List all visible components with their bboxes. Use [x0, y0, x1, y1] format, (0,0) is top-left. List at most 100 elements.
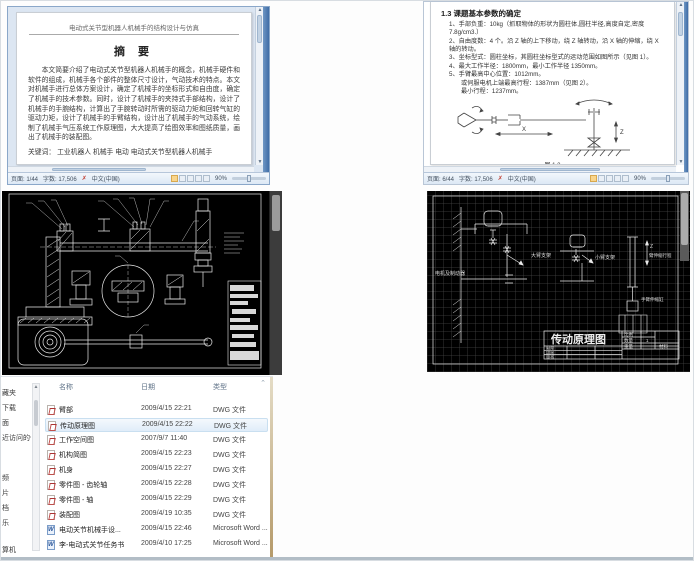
fullscreen-reading-button[interactable] — [597, 175, 605, 182]
word-count[interactable]: 字数: 17,506 — [459, 174, 493, 183]
sidebar-item-downloads[interactable]: 下载 — [2, 403, 16, 413]
sidebar-item-documents[interactable]: 档 — [2, 503, 9, 513]
fullscreen-reading-button[interactable] — [178, 175, 186, 182]
print-layout-button[interactable] — [170, 175, 178, 182]
parameter-item: 或伺服电机上端最高行程：1387mm（见图 2）。 — [461, 79, 593, 87]
parameter-item: 4、最大工作半径：1800mm，最小工作半径 1350mm。 — [449, 62, 602, 70]
outline-button[interactable] — [194, 175, 202, 182]
zoom-level[interactable]: 90% — [215, 176, 227, 182]
file-date: 2009/4/15 22:21 — [141, 405, 192, 412]
small-arm-label: 小臂支架 — [595, 254, 615, 261]
file-row[interactable]: 电动关节机械手设... 2009/4/15 22:46 Microsoft Wo… — [45, 523, 268, 537]
draft-button[interactable] — [202, 175, 210, 182]
file-row[interactable]: 工作空间图 2007/9/7 11:40 DWG 文件 — [45, 433, 268, 447]
file-type: DWG 文件 — [213, 407, 247, 414]
column-headers: 名称 日期 类型 ⌃ — [45, 379, 268, 396]
language-indicator[interactable]: 中文(中国) — [508, 174, 536, 183]
file-row[interactable]: 机身 2009/4/15 22:27 DWG 文件 — [45, 463, 268, 477]
sidebar-item-recent-places[interactable]: 近访问的位置 — [2, 433, 31, 443]
file-type: DWG 文件 — [213, 467, 247, 474]
file-name: 传动原理图 — [60, 423, 95, 430]
file-date: 2009/4/15 22:27 — [141, 465, 192, 472]
cad-transmission-diagram: 电机及制动器 大臂支架 小臂支架 Z 臂伸缩行程 手臂伸缩缸 传动原理图 比例 … — [427, 191, 690, 372]
wall-label: 电机及制动器 — [435, 270, 465, 277]
sort-indicator-icon[interactable]: ⌃ — [260, 379, 266, 387]
file-name: 装配图 — [59, 512, 80, 519]
file-row[interactable]: 零件图 - 轴 2009/4/15 22:29 DWG 文件 — [45, 493, 268, 507]
scroll-thumb[interactable] — [499, 168, 601, 171]
column-header-date[interactable]: 日期 — [141, 382, 155, 392]
page-indicator[interactable]: 页面: 1/44 — [11, 174, 38, 183]
column-header-name[interactable]: 名称 — [59, 382, 73, 392]
zoom-slider-handle[interactable] — [666, 175, 671, 182]
file-name: 机构简图 — [59, 452, 87, 459]
file-type: DWG 文件 — [213, 497, 247, 504]
word-page: 电动式关节型机器人机械手的结构设计与仿真 摘 要 本文简要介绍了电动式关节型机器… — [16, 12, 252, 165]
big-arm-label: 大臂支架 — [531, 252, 551, 259]
page-indicator[interactable]: 页面: 6/44 — [427, 174, 454, 183]
scroll-thumb[interactable] — [678, 12, 683, 36]
dwg-file-icon — [48, 421, 56, 431]
spellcheck-icon[interactable]: ✗ — [82, 175, 87, 182]
sidebar-item-desktop[interactable]: 面 — [2, 418, 9, 428]
scroll-thumb[interactable] — [257, 15, 262, 43]
file-name: 零件图 - 齿轮轴 — [59, 482, 108, 489]
scroll-thumb[interactable] — [34, 400, 38, 426]
file-type: Microsoft Word ... — [213, 525, 268, 532]
file-date: 2009/4/10 17:25 — [141, 540, 192, 547]
sidebar-item-music[interactable]: 乐 — [2, 518, 9, 528]
file-row[interactable]: 李-电动式关节任务书 2009/4/10 17:25 Microsoft Wor… — [45, 538, 268, 552]
file-type: DWG 文件 — [214, 423, 248, 430]
sidebar-item-computer[interactable]: 算机 — [2, 545, 16, 555]
sidebar-item-videos[interactable]: 频 — [2, 473, 9, 483]
vertical-scrollbar[interactable]: ▲ ▼ — [255, 7, 263, 165]
draft-button[interactable] — [621, 175, 629, 182]
file-row[interactable]: 机构简图 2009/4/15 22:23 DWG 文件 — [45, 448, 268, 462]
word-page: 1.3 课题基本参数的确定 1、手部负重：10kg（抓取物体的形状为圆柱体,圆柱… — [430, 2, 675, 165]
spellcheck-icon[interactable]: ✗ — [498, 175, 503, 182]
word-count[interactable]: 字数: 17,506 — [43, 174, 77, 183]
web-layout-button[interactable] — [186, 175, 194, 182]
zoom-slider-handle[interactable] — [247, 175, 252, 182]
vertical-scrollbar[interactable]: ▲ ▼ — [676, 2, 684, 165]
file-date: 2009/4/15 22:28 — [141, 480, 192, 487]
z-axis-label: Z — [650, 244, 653, 250]
scroll-thumb[interactable] — [272, 195, 280, 231]
scroll-thumb[interactable] — [52, 168, 146, 171]
zoom-level[interactable]: 90% — [634, 176, 646, 182]
sidebar-item-pictures[interactable]: 片 — [2, 488, 9, 498]
language-indicator[interactable]: 中文(中国) — [92, 174, 120, 183]
print-layout-button[interactable] — [589, 175, 597, 182]
scroll-up-icon[interactable]: ▲ — [33, 384, 39, 390]
parameter-item: 1、手部负重：10kg（抓取物体的形状为圆柱体,圆柱半径,高度自定,密度 7.8… — [449, 21, 645, 37]
file-row[interactable]: 零件图 - 齿轮轴 2009/4/15 22:28 DWG 文件 — [45, 478, 268, 492]
view-mode-buttons[interactable] — [589, 175, 629, 182]
column-header-type[interactable]: 类型 — [213, 382, 227, 392]
file-type: DWG 文件 — [213, 482, 247, 489]
abstract-body: 本文简要介绍了电动式关节型机器人机械手的概念，机械手硬件和软件的组成，机械手各个… — [28, 67, 240, 142]
view-mode-buttons[interactable] — [170, 175, 210, 182]
web-layout-button[interactable] — [605, 175, 613, 182]
zoom-slider[interactable] — [232, 175, 266, 182]
file-date: 2009/4/15 22:46 — [141, 525, 192, 532]
sidebar-item-favorites[interactable]: 藏夹 — [2, 388, 16, 398]
outline-button[interactable] — [613, 175, 621, 182]
cad-scrollbar[interactable] — [269, 191, 282, 375]
dwg-file-icon — [47, 480, 55, 490]
file-row-selected[interactable]: 传动原理图 2009/4/15 22:22 DWG 文件 — [45, 418, 268, 432]
file-name: 机身 — [59, 467, 73, 474]
file-row[interactable]: 装配图 2009/4/19 10:35 DWG 文件 — [45, 508, 268, 522]
file-date: 2009/4/19 10:35 — [141, 510, 192, 517]
file-explorer-window: 藏夹 下载 面 近访问的位置 频 片 档 乐 算机 ▲ 名称 日期 类型 ⌃ 臂… — [1, 376, 273, 558]
zoom-slider[interactable] — [651, 175, 685, 182]
file-date: 2007/9/7 11:40 — [141, 435, 188, 442]
file-date: 2009/4/15 22:22 — [142, 421, 193, 428]
word-file-icon — [47, 540, 55, 550]
scroll-thumb[interactable] — [681, 193, 688, 245]
sidebar-scrollbar[interactable]: ▲ — [32, 383, 40, 551]
z-axis-label: Z — [620, 130, 624, 136]
cad-scrollbar[interactable] — [680, 191, 689, 261]
file-row[interactable]: 臂部 2009/4/15 22:21 DWG 文件 — [45, 403, 268, 417]
dwg-file-icon — [47, 435, 55, 445]
file-date: 2009/4/15 22:23 — [141, 450, 192, 457]
